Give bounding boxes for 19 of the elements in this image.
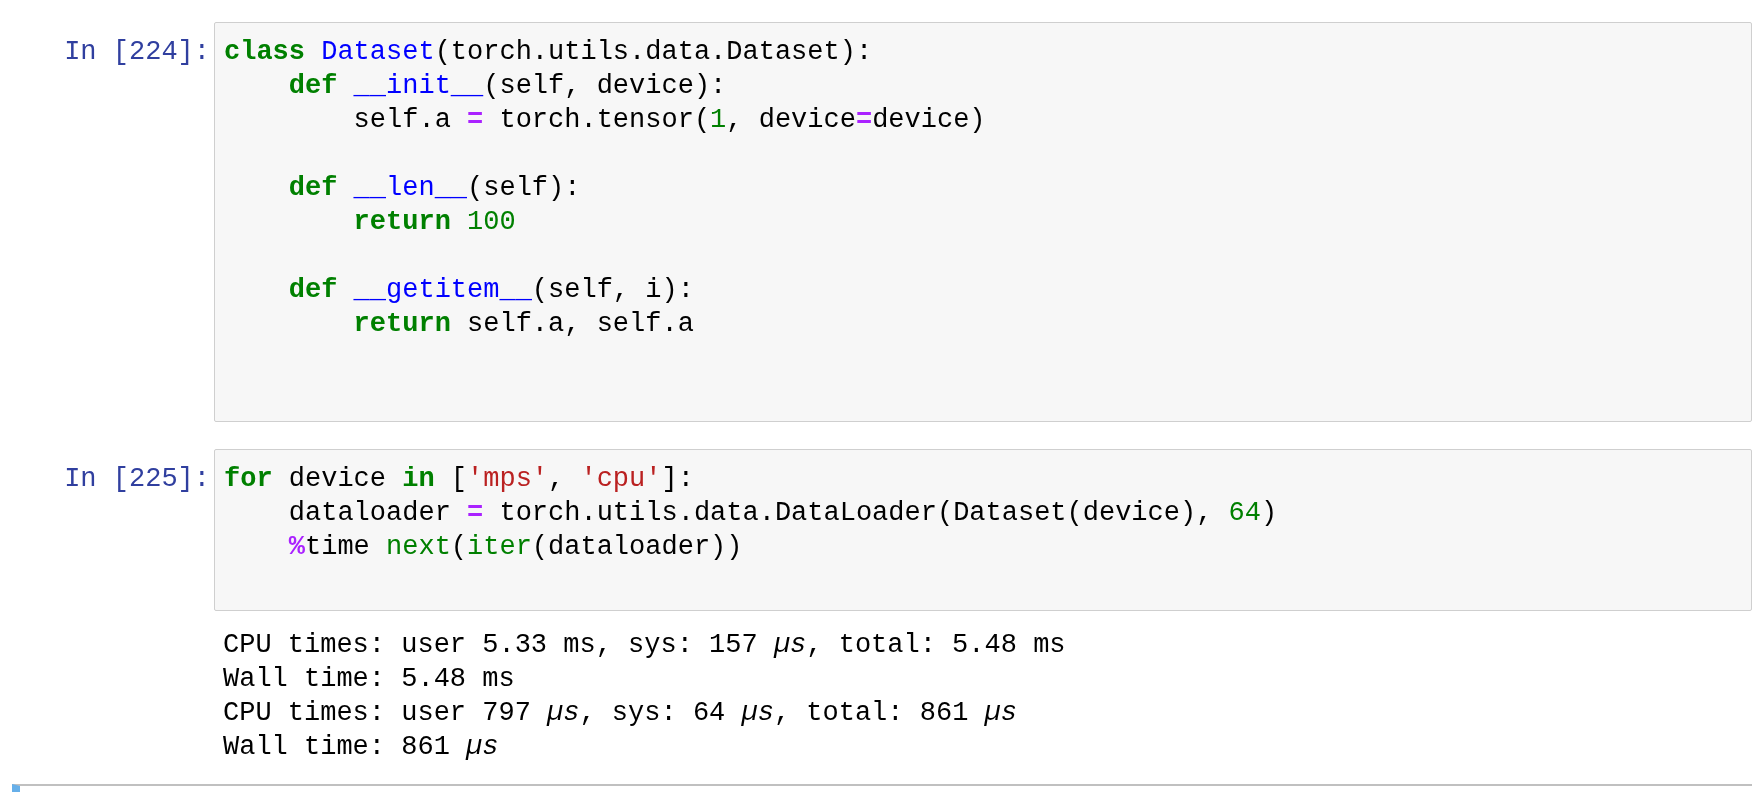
next-cell-edge[interactable] xyxy=(12,784,1752,792)
code-line: def __len__(self): xyxy=(287,172,581,205)
output-line: Wall time: 5.48 ms xyxy=(223,663,515,696)
output-line: Wall time: 861 µs xyxy=(223,731,499,764)
code-cell-input[interactable]: for device in ['mps', 'cpu']: dataloader = torch.utils.data.DataLoader(Dataset(device), 64) %time next(iter(dataloader)) xyxy=(214,449,1752,611)
code-cell-input[interactable]: class Dataset(torch.utils.data.Dataset): def __init__(self, device): self.a = torch.tensor(1, device=device) def __len__(self): return 100 def __getitem__(self, i): return self.a, self.a xyxy=(214,22,1752,422)
code-line: def __getitem__(self, i): xyxy=(287,274,694,307)
output-line: CPU times: user 797 µs, sys: 64 µs, total: 861 µs xyxy=(223,697,1017,730)
code-line: return self.a, self.a xyxy=(352,308,694,341)
code-line: for device in ['mps', 'cpu']: xyxy=(224,463,694,496)
input-prompt: In [225]: xyxy=(64,463,210,496)
code-line: self.a = torch.tensor(1, device=device) xyxy=(352,104,986,137)
code-line: return 100 xyxy=(352,206,516,239)
code-line: class Dataset(torch.utils.data.Dataset): xyxy=(224,36,873,69)
code-line: dataloader = torch.utils.data.DataLoader(Dataset(device), 64) xyxy=(287,497,1278,530)
code-line: def __init__(self, device): xyxy=(287,70,727,103)
output-line: CPU times: user 5.33 ms, sys: 157 µs, total: 5.48 ms xyxy=(223,629,1066,662)
code-line: %time next(iter(dataloader)) xyxy=(287,531,743,564)
input-prompt: In [224]: xyxy=(64,36,210,69)
